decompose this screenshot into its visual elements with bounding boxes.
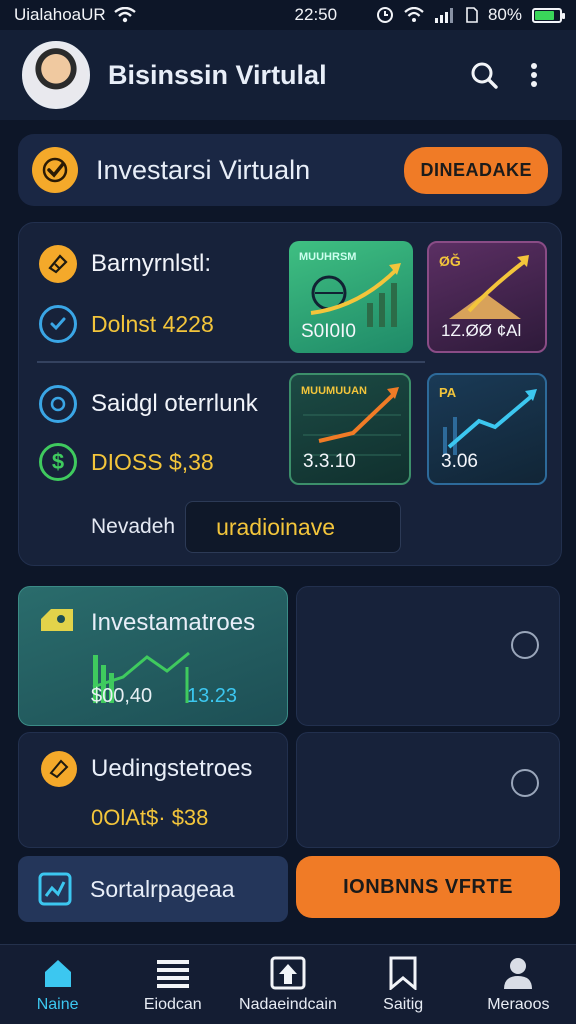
- thumb-2-label: ØĞ: [439, 253, 461, 269]
- avatar[interactable]: [22, 41, 90, 109]
- chart-thumb-4[interactable]: PA 3.06: [427, 373, 547, 485]
- thumb-1-value: S0I0I0: [301, 321, 356, 342]
- nav-item-upload[interactable]: Nadaeindcain: [233, 956, 343, 1014]
- battery-percent: 80%: [487, 5, 522, 24]
- savings-value-row: $ DIOSS $,38: [39, 443, 214, 481]
- balance-value: Dolnst 4228: [91, 310, 214, 337]
- carrier-label: UialahoaUR: [14, 5, 106, 24]
- savings-value: DIOSS $,38: [91, 448, 214, 475]
- investment-tile-value-left: $00,40: [91, 685, 153, 707]
- nav-item-home[interactable]: Naine: [3, 956, 113, 1014]
- trading-tile-value: 0OlAt$· $38: [91, 805, 209, 830]
- bookmark-icon: [389, 956, 417, 990]
- balance-value-row: Dolnst 4228: [39, 305, 214, 343]
- investment-tile-value-right: 13.23: [187, 685, 238, 707]
- trading-tile-title: Uedingstetroes: [91, 755, 253, 782]
- thumb-3-label: MUUMUUAN: [301, 385, 367, 397]
- search-icon: [471, 62, 498, 89]
- shield-check-icon: [39, 305, 77, 343]
- thumb-1-label: MUUHRSM: [299, 251, 357, 263]
- select-label: Nevadeh: [91, 515, 176, 538]
- divider: [37, 361, 425, 363]
- trading-option-tile[interactable]: [296, 732, 560, 848]
- investment-tile[interactable]: Investamatroes $00,40 13.23: [18, 586, 288, 726]
- radio-button[interactable]: [511, 631, 539, 659]
- investment-banner: Investarsi Virtualn DINEADAKE: [18, 134, 562, 206]
- balance-label: Barnyrnlstl:: [91, 250, 212, 277]
- chart-box-icon: [38, 872, 72, 906]
- thumb-4-label: PA: [439, 385, 457, 400]
- banner-title: Investarsi Virtualn: [96, 154, 311, 185]
- nav-label: Saitig: [383, 995, 424, 1013]
- alarm-icon: [376, 7, 393, 23]
- thumb-3-value: 3.3.10: [303, 451, 356, 472]
- balance-row[interactable]: Barnyrnlstl:: [39, 245, 211, 283]
- person-icon: [504, 957, 533, 989]
- portfolio-card: Barnyrnlstl: Dolnst 4228 Saidgl oterrlun…: [18, 222, 562, 566]
- check-badge-icon: [32, 147, 78, 193]
- thumb-2-value: 1Z.ØØ ¢Al: [441, 321, 522, 340]
- tag-icon: [39, 245, 77, 283]
- upload-icon: [270, 956, 306, 989]
- portfolio-page-button[interactable]: Sortalrpageaa: [18, 856, 288, 922]
- sim-icon: [466, 7, 478, 23]
- dollar-icon: $: [39, 443, 77, 481]
- wifi-status-icon: [404, 7, 424, 22]
- nav-item-saved[interactable]: Saitig: [348, 956, 458, 1014]
- nav-label: Naine: [36, 995, 79, 1013]
- radio-button[interactable]: [511, 769, 539, 797]
- investment-option-tile[interactable]: [296, 586, 560, 726]
- tag-icon: [41, 609, 73, 631]
- savings-label: Saidgl oterrlunk: [91, 390, 258, 417]
- banner-cta-button[interactable]: DINEADAKE: [404, 146, 548, 194]
- home-icon: [44, 959, 71, 987]
- bottom-navigation: Naine Eiodcan Nadaeindcain Saitig Meraoo…: [0, 944, 576, 1024]
- target-icon: [39, 385, 77, 423]
- chart-thumb-1[interactable]: MUUHRSM S0I0I0: [289, 241, 413, 353]
- wifi-icon: [113, 7, 136, 23]
- select-row: Nevadeh uradioinave: [91, 501, 402, 553]
- nav-item-profile[interactable]: Meraoos: [463, 956, 573, 1014]
- nav-item-list[interactable]: Eiodcan: [118, 956, 228, 1014]
- app-bar: Bisinssin Virtulal: [0, 30, 576, 120]
- search-button[interactable]: [464, 55, 504, 95]
- select-field[interactable]: uradioinave: [185, 501, 402, 553]
- investment-tile-title: Investamatroes: [91, 609, 256, 636]
- more-button[interactable]: [514, 55, 554, 95]
- signal-icon: [434, 8, 453, 23]
- nav-label: Nadaeindcain: [239, 995, 337, 1013]
- clock: 22:50: [294, 5, 338, 24]
- chart-thumb-2[interactable]: ØĞ 1Z.ØØ ¢Al: [427, 241, 547, 353]
- portfolio-page-label: Sortalrpageaa: [90, 875, 235, 902]
- nav-label: Meraoos: [487, 995, 550, 1013]
- list-icon: [156, 959, 189, 988]
- trading-tile[interactable]: Uedingstetroes 0OlAt$· $38: [18, 732, 288, 848]
- battery-icon: [532, 7, 565, 23]
- savings-row[interactable]: Saidgl oterrlunk: [39, 385, 258, 423]
- ticket-icon: [41, 751, 77, 787]
- status-bar: UialahoaUR 22:50 80%: [0, 0, 576, 30]
- app-title: Bisinssin Virtulal: [108, 59, 327, 90]
- invest-now-button[interactable]: IONBNNS VFRTE: [296, 856, 560, 918]
- nav-label: Eiodcan: [143, 995, 202, 1013]
- more-vertical-icon: [531, 63, 537, 87]
- chart-thumb-3[interactable]: MUUMUUAN 3.3.10: [289, 373, 411, 485]
- thumb-4-value: 3.06: [441, 451, 478, 472]
